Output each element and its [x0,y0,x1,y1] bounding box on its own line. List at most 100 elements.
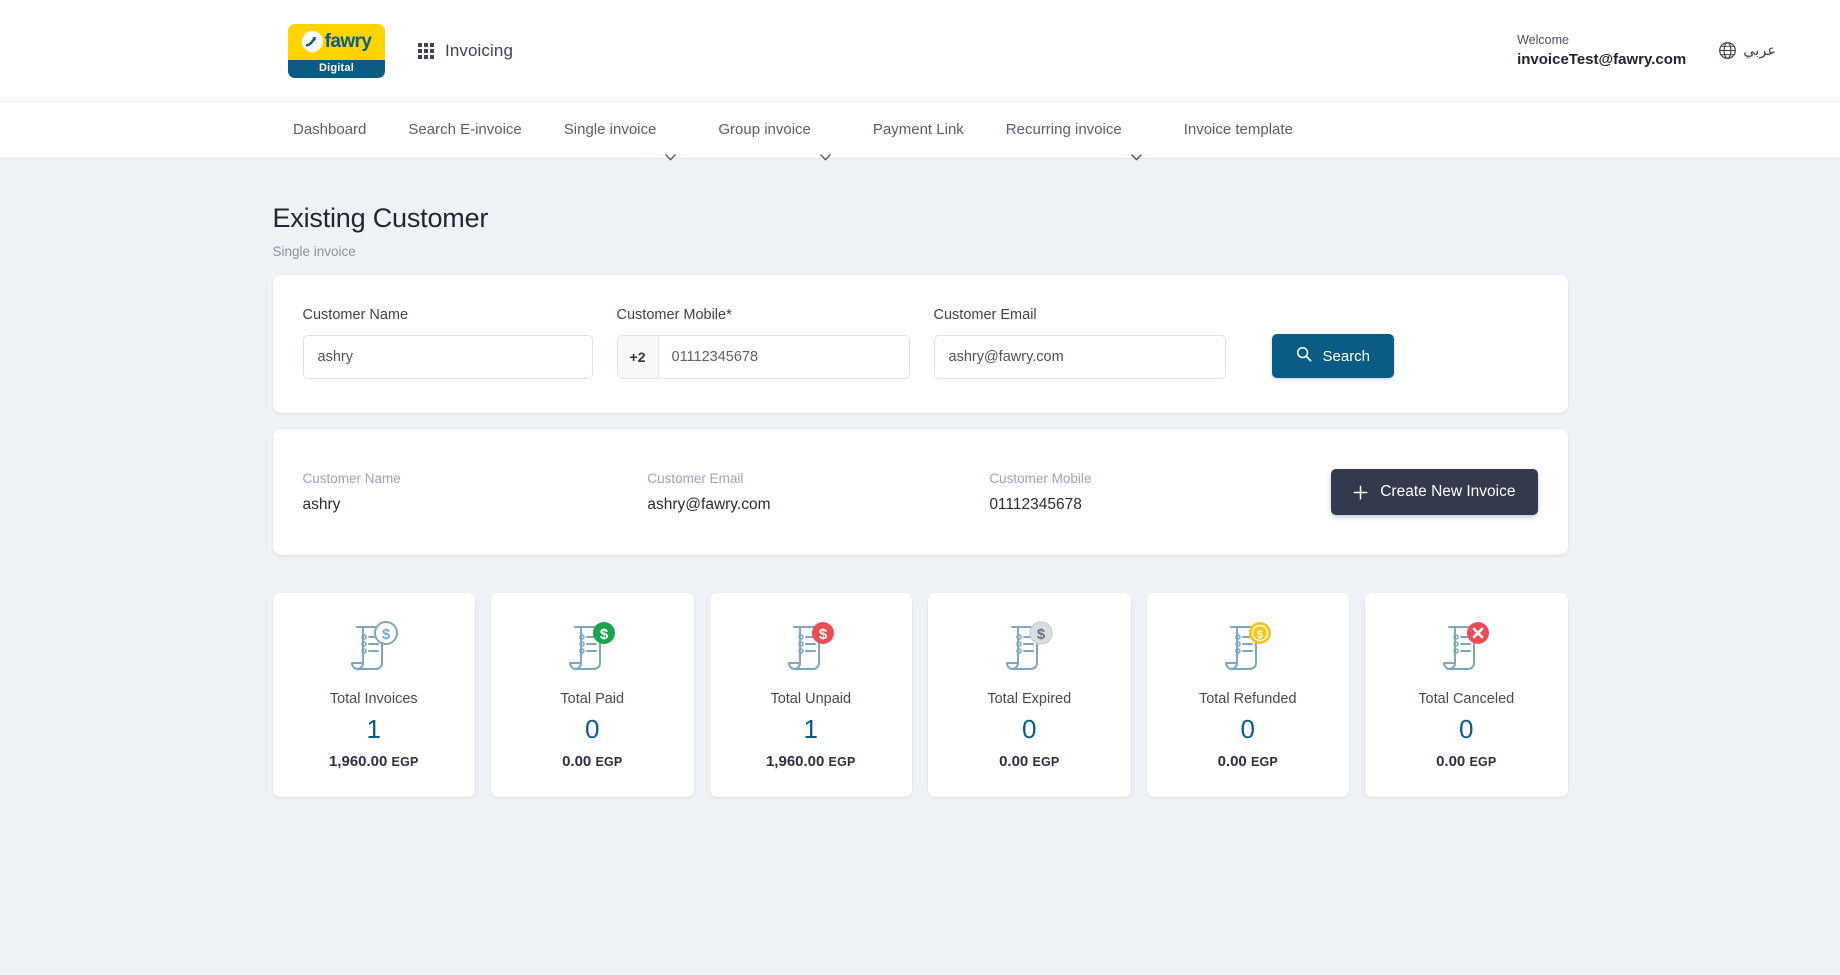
search-button-label: Search [1322,347,1371,365]
language-switch[interactable]: عربي [1718,41,1776,60]
stat-count: 0 [1459,714,1474,744]
customer-email-display: Customer Email ashry@fawry.com [647,471,989,514]
stat-amount-currency: EGP [828,754,856,769]
customer-mobile-label: Customer Mobile* [616,307,732,323]
nav-label: Search E-invoice [408,121,522,138]
stat-title: Total Unpaid [770,691,852,707]
stat-amount-currency: EGP [391,754,419,769]
main-content: Existing Customer Single invoice Custome… [0,159,1840,797]
stat-count: 0 [585,714,600,744]
customer-mobile-field-group: Customer Mobile* +2 [616,307,910,379]
welcome-block: Welcome invoiceTest@fawry.com [1517,31,1686,71]
stat-amount-value: 0.00 [562,752,592,770]
customer-name-label: Customer Name [302,307,409,323]
svg-text:$: $ [1257,629,1263,641]
create-new-invoice-label: Create New Invoice [1380,483,1516,500]
customer-email-display-value: ashry@fawry.com [647,495,771,513]
nav-label: Single invoice [563,121,657,138]
fawry-arrow-icon [301,30,323,52]
search-button[interactable]: Search [1271,334,1395,378]
welcome-label: Welcome [1517,32,1569,47]
svg-text:$: $ [600,626,609,643]
fawry-digital-logo[interactable]: fawry Digital [288,23,385,78]
nav-item-dashboard[interactable]: Dashboard [288,101,387,159]
stat-amount-currency: EGP [1032,754,1060,769]
customer-mobile-input-wrap: +2 [616,335,910,379]
logo-bottom-bar: Digital [288,59,385,78]
invoice-refunded-icon: $ [1218,619,1278,677]
apps-grid-icon[interactable] [418,42,434,59]
stat-card-total-unpaid[interactable]: $ Total Unpaid 1 1,960.00 EGP [709,593,912,797]
stat-amount-value: 0.00 [1217,752,1247,770]
stat-amount: 0.00 EGP [999,753,1059,770]
create-new-invoice-button[interactable]: Create New Invoice [1331,469,1538,515]
customer-name-field-group: Customer Name [302,307,593,379]
stat-card-total-canceled[interactable]: Total Canceled 0 0.00 EGP [1365,593,1568,797]
nav-item-single-invoice[interactable]: Single invoice [543,101,698,160]
nav-item-search-e-invoice[interactable]: Search E-invoice [387,101,542,159]
stat-amount-value: 1,960.00 [765,752,825,770]
page-subtitle: Single invoice [272,244,356,259]
chevron-down-icon [820,128,831,160]
customer-email-input[interactable] [933,335,1226,379]
stat-amount-currency: EGP [1250,754,1278,769]
chevron-down-icon [665,128,677,160]
nav-label: Payment Link [872,121,964,138]
nav-label: Group invoice [718,121,811,138]
customer-name-input[interactable] [302,335,593,379]
stat-amount-currency: EGP [1469,754,1497,769]
header-right: Welcome invoiceTest@fawry.com عربي [1517,31,1776,71]
logo-sub-label: Digital [318,62,354,74]
customer-search-card: Customer Name Customer Mobile* +2 Custom… [272,275,1568,413]
customer-email-display-label: Customer Email [647,470,744,486]
logo-wordmark: fawry [324,30,372,52]
customer-mobile-display: Customer Mobile 01112345678 [989,471,1331,514]
invoice-dollar-outline-icon: $ [344,619,404,677]
svg-text:$: $ [819,626,828,643]
page-title: Existing Customer [272,203,489,233]
stat-amount-value: 1,960.00 [328,752,388,770]
invoice-expired-icon: $ [999,619,1059,677]
stat-count: 1 [803,714,818,744]
nav-item-group-invoice[interactable]: Group invoice [697,101,852,160]
stat-card-total-refunded[interactable]: $ Total Refunded 0 0.00 EGP [1146,593,1349,797]
apps-switcher[interactable]: Invoicing [418,41,513,61]
invoice-canceled-icon [1436,619,1496,677]
stat-count: 0 [1022,714,1037,744]
nav-item-recurring-invoice[interactable]: Recurring invoice [985,101,1163,160]
svg-text:$: $ [382,626,391,643]
stat-title: Total Paid [560,691,625,707]
stat-amount: 1,960.00 EGP [329,753,419,770]
stat-title: Total Invoices [329,691,418,707]
stat-amount-value: 0.00 [999,752,1029,770]
svg-text:$: $ [1037,626,1046,643]
customer-mobile-input[interactable] [658,336,909,378]
stat-card-total-invoices[interactable]: $ Total Invoices 1 1,960.00 EGP [272,593,475,797]
customer-info-card: Customer Name ashry Customer Email ashry… [272,429,1568,555]
nav-item-invoice-template[interactable]: Invoice template [1163,101,1314,159]
app-header: fawry Digital Invoicing Welcome invoiceT… [0,0,1840,101]
stat-title: Total Refunded [1198,691,1297,707]
customer-email-label: Customer Email [933,307,1037,323]
globe-icon [1718,41,1737,60]
search-icon [1296,346,1312,366]
stat-card-total-expired[interactable]: $ Total Expired 0 0.00 EGP [928,593,1131,797]
stat-card-total-paid[interactable]: $ Total Paid 0 0.00 EGP [491,593,694,797]
logo-top-row: fawry [288,24,385,60]
plus-icon [1353,485,1368,500]
stat-amount-currency: EGP [595,754,623,769]
invoice-paid-icon: $ [562,619,622,677]
stat-amount: 0.00 EGP [1218,753,1278,770]
content-container: Existing Customer Single invoice Custome… [272,203,1568,797]
brand-zone: fawry Digital Invoicing [288,23,513,78]
nav-label: Invoice template [1183,121,1293,138]
nav-label: Recurring invoice [1005,121,1122,138]
stat-amount: 0.00 EGP [1436,753,1496,770]
stat-count: 0 [1240,714,1255,744]
invoice-stats-row: $ Total Invoices 1 1,960.00 EGP $ Total … [272,593,1568,797]
nav-label: Dashboard [293,121,367,138]
stat-count: 1 [366,714,381,744]
customer-email-field-group: Customer Email [933,307,1226,379]
nav-item-payment-link[interactable]: Payment Link [852,101,985,159]
stat-amount: 0.00 EGP [562,753,622,770]
